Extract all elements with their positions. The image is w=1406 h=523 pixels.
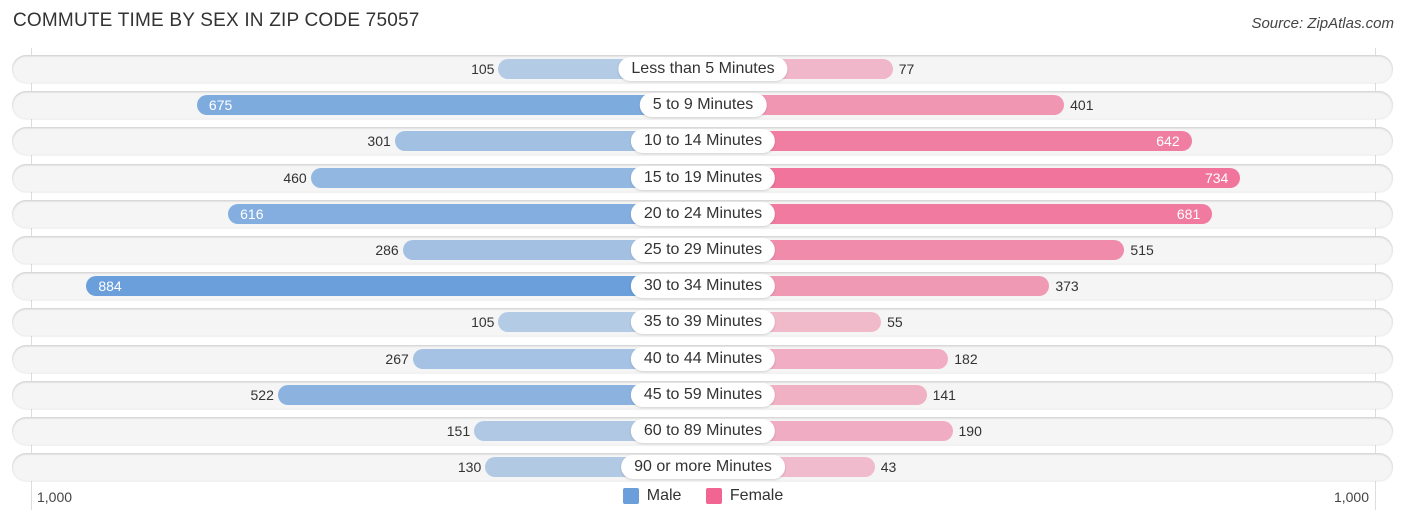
legend-swatch-male — [622, 488, 639, 504]
category-label: 15 to 19 Minutes — [630, 165, 776, 190]
legend-label-male: Male — [646, 487, 682, 504]
value-label-female: 141 — [932, 386, 956, 403]
category-label: 25 to 29 Minutes — [630, 238, 776, 262]
bar-female — [703, 131, 1192, 152]
value-label-male: 675 — [208, 97, 233, 114]
chart-source: Source: ZipAtlas.com — [1251, 15, 1394, 32]
value-label-male: 522 — [250, 386, 274, 403]
value-label-male: 105 — [471, 61, 495, 77]
value-label-male: 286 — [375, 242, 399, 258]
bar-female — [703, 167, 1241, 188]
bar-male — [86, 276, 703, 297]
value-label-female: 77 — [898, 61, 915, 77]
value-label-female: 734 — [1204, 169, 1229, 186]
value-label-male: 460 — [283, 169, 307, 186]
value-label-female: 55 — [887, 314, 903, 331]
category-label: 10 to 14 Minutes — [630, 129, 776, 154]
category-label: 30 to 34 Minutes — [630, 274, 776, 299]
category-label: Less than 5 Minutes — [618, 57, 788, 81]
category-label: 60 to 89 Minutes — [630, 419, 776, 443]
category-label: 5 to 9 Minutes — [639, 93, 767, 118]
legend-item-male: Male — [622, 487, 682, 505]
category-label: 20 to 24 Minutes — [630, 201, 776, 226]
legend-swatch-female — [705, 488, 722, 504]
legend: Male Female — [0, 487, 1406, 509]
value-label-male: 105 — [471, 314, 495, 331]
category-label: 45 to 59 Minutes — [630, 382, 776, 407]
bar-female — [703, 203, 1213, 224]
category-label: 40 to 44 Minutes — [630, 346, 776, 371]
legend-item-female: Female — [705, 487, 784, 505]
value-label-male: 130 — [457, 459, 482, 476]
value-label-female: 401 — [1070, 97, 1094, 114]
value-label-male: 884 — [98, 278, 122, 295]
value-label-female: 515 — [1130, 242, 1154, 258]
value-label-female: 182 — [954, 350, 978, 367]
value-label-female: 373 — [1055, 278, 1079, 295]
value-label-female: 681 — [1176, 205, 1201, 222]
legend-label-female: Female — [729, 487, 784, 504]
value-label-female: 642 — [1156, 133, 1180, 150]
value-label-female: 43 — [880, 459, 897, 476]
value-label-male: 151 — [446, 423, 471, 439]
chart-title: COMMUTE TIME BY SEX IN ZIP CODE 75057 — [13, 10, 420, 31]
value-label-male: 301 — [367, 133, 391, 150]
value-label-female: 190 — [958, 423, 982, 439]
category-label: 90 or more Minutes — [621, 455, 785, 480]
category-label: 35 to 39 Minutes — [630, 310, 776, 335]
bar-male — [196, 95, 703, 116]
value-label-male: 616 — [240, 205, 264, 222]
value-label-male: 267 — [385, 350, 409, 367]
